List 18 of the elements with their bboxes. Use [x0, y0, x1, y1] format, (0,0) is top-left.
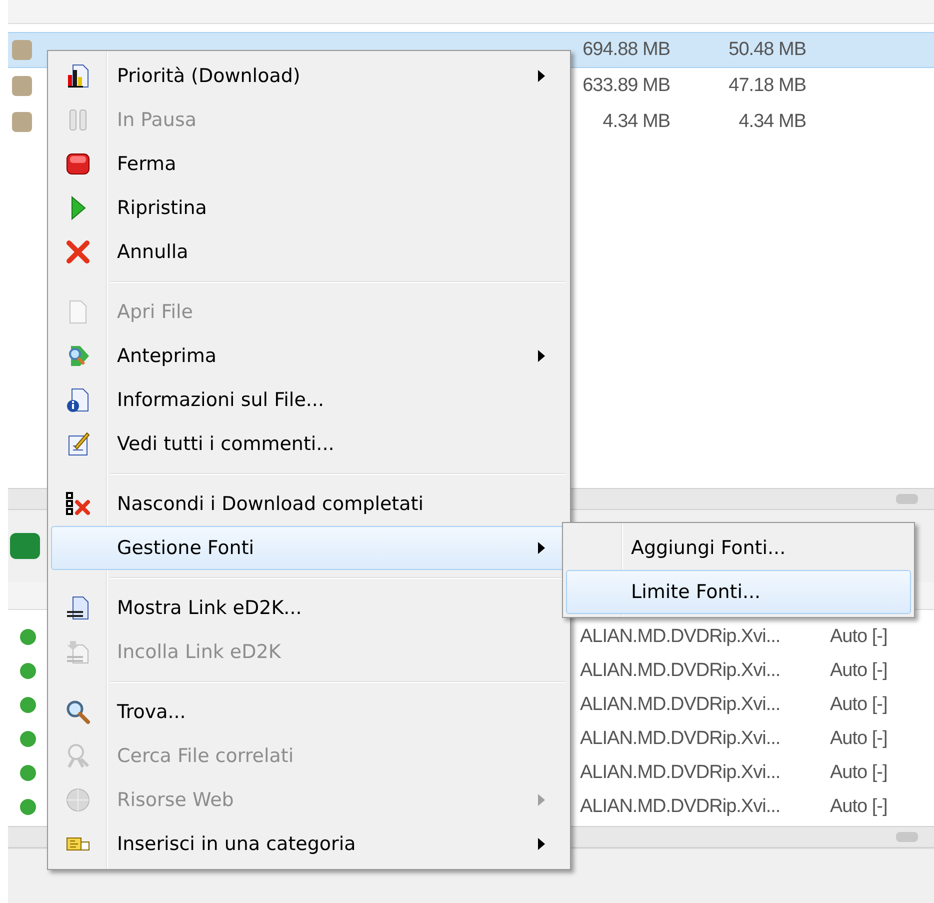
size-cell-text: 694.88 MB [582, 38, 670, 62]
file-name-cell-text: ALIAN.MD.DVDRip.Xvi... [580, 794, 782, 819]
file-name-cell-text: ALIAN.MD.DVDRip.Xvi... [580, 624, 782, 649]
file-name-cell-text: ALIAN.MD.DVDRip.Xvi... [580, 726, 782, 751]
completed-cell-text: 47.18 MB [728, 74, 806, 98]
priority-cell-text: Auto [-] [830, 760, 888, 785]
size-cell-text: 4.34 MB [602, 110, 670, 134]
priority-cell-text: Auto [-] [830, 692, 888, 717]
file-name-cell-text: ALIAN.MD.DVDRip.Xvi... [580, 658, 782, 683]
file-name-cell-text: ALIAN.MD.DVDRip.Xvi... [580, 760, 782, 785]
priority-cell-text: Auto [-] [830, 726, 888, 751]
priority-cell-text: Auto [-] [830, 624, 888, 649]
completed-cell-text: 50.48 MB [728, 38, 806, 62]
completed-cell-text: 4.34 MB [738, 110, 806, 134]
priority-cell-text: Auto [-] [830, 658, 888, 683]
file-name-cell-text: ALIAN.MD.DVDRip.Xvi... [580, 692, 782, 717]
priority-cell-text: Auto [-] [830, 794, 888, 819]
size-cell-text: 633.89 MB [582, 74, 670, 98]
